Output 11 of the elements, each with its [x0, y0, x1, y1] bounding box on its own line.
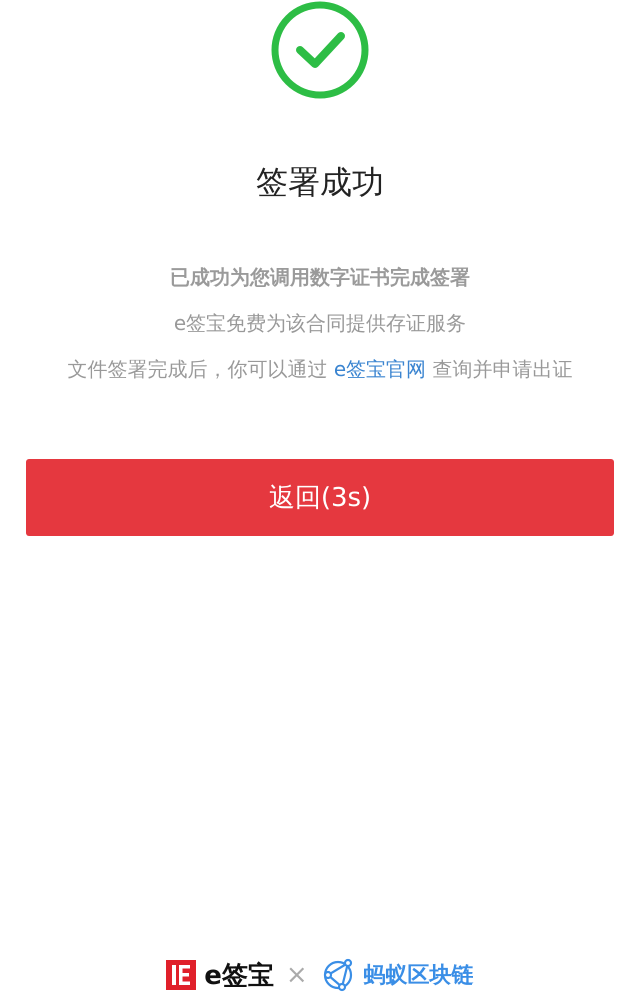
success-check-icon — [270, 0, 370, 100]
page-title: 签署成功 — [256, 162, 384, 202]
website-link[interactable]: e签宝官网 — [334, 357, 426, 381]
info-text: 已成功为您调用数字证书完成签署 — [170, 264, 470, 291]
return-button[interactable]: 返回(3s) — [26, 459, 614, 536]
info-text: e签宝免费为该合同提供存证服务 — [174, 310, 466, 337]
times-sign: × — [286, 960, 308, 990]
brand-name: e签宝 — [204, 960, 274, 992]
brand-logo-icon — [166, 960, 196, 990]
partner-name: 蚂蚁区块链 — [364, 962, 474, 990]
info-text: 文件签署完成后，你可以通过 e签宝官网 查询并申请出证 — [67, 356, 573, 383]
